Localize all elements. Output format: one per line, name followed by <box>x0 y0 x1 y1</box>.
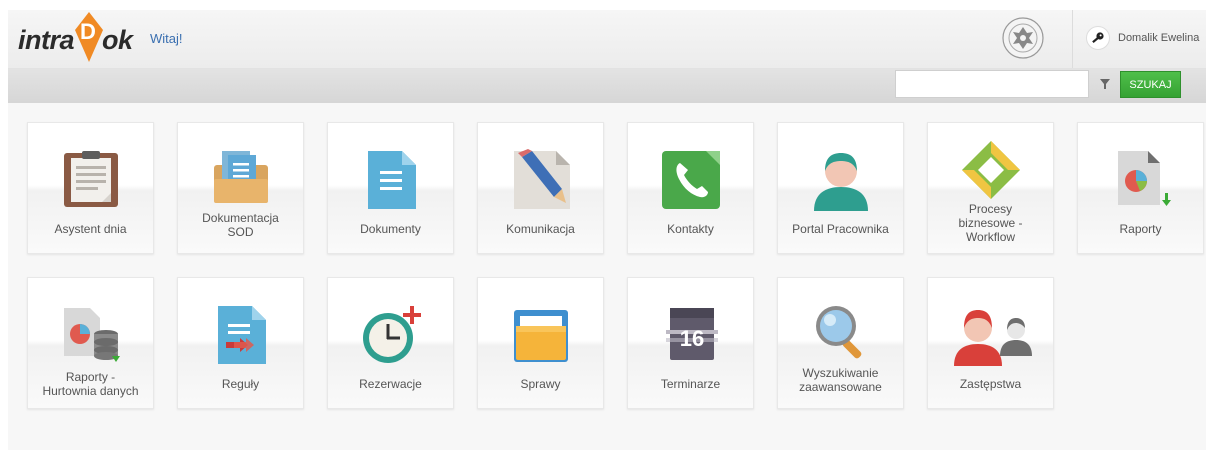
tile-label: Raporty - Hurtownia danych <box>42 370 139 398</box>
tile-label: Wyszukiwanie zaawansowane <box>799 366 882 394</box>
header: intra D ok Witaj! Domalik Ewelina <box>8 10 1206 69</box>
tile-label: Sprawy <box>520 377 561 391</box>
search-bar: SZUKAJ <box>8 69 1206 103</box>
tile-sprawy[interactable]: Sprawy <box>477 277 604 409</box>
tile-label: Rezerwacje <box>359 377 422 391</box>
welcome-link[interactable]: Witaj! <box>150 31 183 46</box>
tile-label: Dokumenty <box>360 222 421 236</box>
logo-text-right: ok <box>102 24 133 55</box>
tile-label: Komunikacja <box>506 222 575 236</box>
tile-portal-pracownika[interactable]: Portal Pracownika <box>777 122 904 254</box>
clipboard-icon <box>60 149 122 211</box>
tile-raporty-hurtownia[interactable]: Raporty - Hurtownia danych <box>27 277 154 409</box>
report-database-icon <box>60 304 122 366</box>
search-input[interactable] <box>895 70 1089 98</box>
logo-mark: D <box>75 12 104 62</box>
tile-dokumentacja-sod[interactable]: Dokumentacja SOD <box>177 122 304 254</box>
tile-procesy-biznesowe[interactable]: Procesy biznesowe - Workflow <box>927 122 1054 254</box>
logo-mark-letter: D <box>80 19 96 44</box>
tile-label: Dokumentacja SOD <box>202 211 279 239</box>
substitute-users-icon <box>950 304 1032 366</box>
folder-documents-icon <box>210 149 272 211</box>
workflow-icon <box>960 139 1022 201</box>
search-button[interactable]: SZUKAJ <box>1120 71 1181 98</box>
rules-document-icon <box>210 304 272 366</box>
tile-label: Procesy biznesowe - Workflow <box>958 202 1023 244</box>
tile-kontakty[interactable]: Kontakty <box>627 122 754 254</box>
tile-komunikacja[interactable]: Komunikacja <box>477 122 604 254</box>
tile-label: Portal Pracownika <box>792 222 889 236</box>
header-divider <box>1072 10 1073 68</box>
magnifier-icon <box>810 300 872 362</box>
tile-dokumenty[interactable]: Dokumenty <box>327 122 454 254</box>
filter-icon[interactable] <box>1099 77 1111 89</box>
tile-asystent-dnia[interactable]: Asystent dnia <box>27 122 154 254</box>
tile-label: Reguły <box>221 377 260 391</box>
pencil-icon <box>510 149 572 211</box>
person-icon <box>810 149 872 211</box>
tile-terminarze[interactable]: 16 Terminarze <box>627 277 754 409</box>
calendar-icon: 16 <box>660 304 722 366</box>
tile-rezerwacje[interactable]: Rezerwacje <box>327 277 454 409</box>
tile-zastepstwa[interactable]: Zastępstwa <box>927 277 1054 409</box>
calendar-day: 16 <box>680 326 704 351</box>
tile-label: Raporty <box>1119 222 1162 236</box>
tile-reguly[interactable]: Reguły <box>177 277 304 409</box>
tile-raporty[interactable]: Raporty <box>1077 122 1204 254</box>
tile-label: Asystent dnia <box>54 222 127 236</box>
tile-wyszukiwanie-zaawansowane[interactable]: Wyszukiwanie zaawansowane <box>777 277 904 409</box>
report-chart-icon <box>1110 149 1172 211</box>
key-icon <box>1086 26 1110 50</box>
phone-icon <box>660 149 722 211</box>
user-menu[interactable]: Domalik Ewelina <box>1086 26 1199 50</box>
folder-icon <box>510 304 572 366</box>
university-emblem-icon <box>1001 16 1045 60</box>
tile-label: Terminarze <box>660 377 721 391</box>
tile-label: Kontakty <box>667 222 714 236</box>
intradok-logo[interactable]: intra D ok <box>18 12 133 62</box>
clock-add-icon <box>360 304 422 366</box>
tile-label: Zastępstwa <box>959 377 1022 391</box>
document-icon <box>360 149 422 211</box>
logo-text-left: intra <box>18 24 75 55</box>
app-window: intra D ok Witaj! Domalik Ewelina SZUKAJ… <box>8 10 1206 450</box>
user-name: Domalik Ewelina <box>1118 32 1200 44</box>
